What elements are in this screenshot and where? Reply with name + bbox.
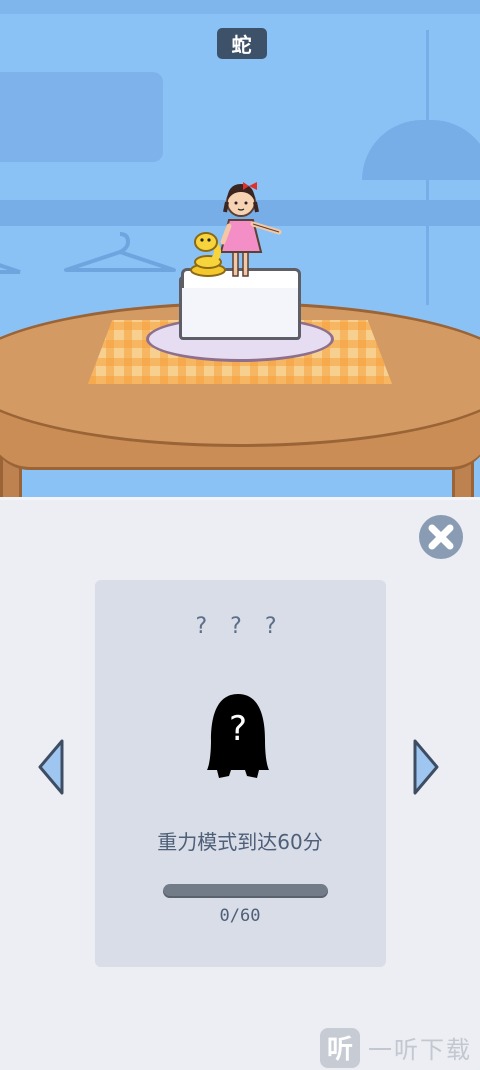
close-icon (420, 516, 462, 558)
watermark-logo-icon: 听 (320, 1027, 360, 1068)
progress-text: 0/60 (219, 906, 261, 926)
lamp-stem (426, 180, 429, 305)
close-button[interactable] (419, 515, 463, 559)
lamp-cord (426, 30, 429, 125)
game-scene: 蛇 (0, 0, 480, 500)
watermark-text: 一听下载 (368, 1036, 472, 1064)
unlock-condition: 重力模式到达60分 (157, 830, 323, 854)
prev-arrow-button[interactable] (36, 737, 66, 797)
ceiling-stripe (0, 0, 480, 14)
character-name: ? ? ? (195, 614, 285, 639)
locked-character-silhouette-icon: ? (207, 694, 269, 778)
svg-text:?: ? (229, 709, 247, 749)
snake-character-icon[interactable] (188, 230, 230, 278)
watermark: 听 一听下载 (320, 1025, 480, 1070)
hanger-icon (0, 263, 21, 274)
window-shape (0, 72, 163, 162)
scene-title-badge: 蛇 (217, 28, 267, 59)
next-arrow-button[interactable] (411, 737, 441, 797)
progress-bar (163, 884, 328, 898)
lamp-icon (362, 120, 480, 180)
hanger-icon (64, 232, 176, 272)
